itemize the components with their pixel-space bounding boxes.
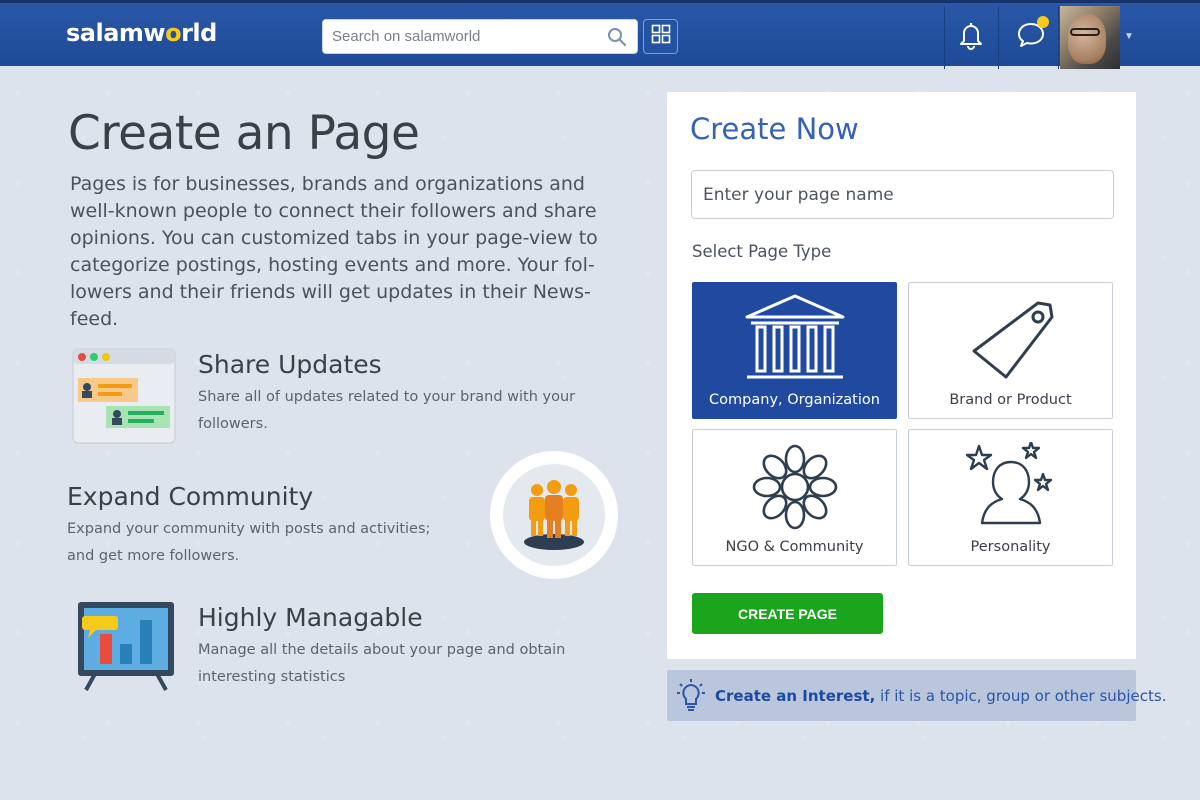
apps-grid-button[interactable] — [643, 19, 678, 54]
search-input[interactable] — [323, 20, 603, 53]
page-title: Create an Page — [68, 106, 420, 161]
page-type-label: Select Page Type — [692, 242, 832, 261]
feature-title: Expand Community — [67, 482, 314, 511]
feature-description: Share all of updates related to your bra… — [198, 389, 576, 432]
search-box — [322, 19, 638, 54]
tile-label: Company, Organization — [709, 392, 880, 408]
feature-description: Expand your community with posts and act… — [67, 521, 431, 564]
create-page-button[interactable]: CREATE PAGE — [692, 593, 883, 634]
search-icon[interactable] — [607, 27, 627, 47]
feature-description: Manage all the details about your page a… — [198, 642, 566, 685]
form-heading: Create Now — [690, 112, 859, 146]
avatar-glasses — [1070, 28, 1100, 36]
page-type-personality[interactable]: Personality — [908, 429, 1113, 566]
page-type-company[interactable]: Company, Organization — [692, 282, 897, 419]
statistics-board-icon — [76, 600, 176, 697]
bell-icon — [958, 20, 984, 55]
avatar-face — [1068, 14, 1106, 64]
feature-title: Highly Managable — [198, 603, 423, 632]
header-divider — [998, 6, 999, 69]
lightbulb-icon — [677, 679, 705, 718]
logo-text: salamw — [66, 19, 166, 47]
messages-button[interactable] — [1005, 6, 1057, 69]
feature-title: Share Updates — [198, 350, 382, 379]
share-updates-icon — [72, 348, 176, 451]
create-page-card: Create Now Select Page Type Company, Org… — [667, 92, 1136, 659]
community-icon — [489, 450, 619, 585]
salamworld-logo[interactable]: salamworld — [66, 19, 217, 47]
page-type-ngo[interactable]: NGO & Community — [692, 429, 897, 566]
interest-text: Create an Interest, if it is a topic, gr… — [715, 687, 1166, 705]
intro-paragraph: Pages is for businesses, brands and orga… — [70, 173, 598, 330]
create-interest-banner: Create an Interest, if it is a topic, gr… — [667, 670, 1166, 721]
logo-accent-letter: o — [165, 19, 182, 47]
grid-icon — [651, 24, 671, 49]
unread-dot — [1037, 16, 1049, 28]
page-type-brand[interactable]: Brand or Product — [908, 282, 1113, 419]
logo-text-end: rld — [181, 19, 217, 47]
interest-description: if it is a topic, group or other subject… — [875, 687, 1167, 705]
user-avatar[interactable] — [1060, 6, 1120, 69]
tile-label: Personality — [970, 539, 1051, 555]
tile-label: NGO & Community — [725, 539, 864, 555]
tile-label: Brand or Product — [949, 392, 1072, 408]
page-name-input[interactable] — [691, 170, 1114, 219]
top-navbar: salamworld Search on salamworld ▼ — [0, 0, 1200, 69]
header-divider — [1058, 6, 1059, 69]
chevron-down-icon[interactable]: ▼ — [1124, 31, 1134, 42]
notifications-button[interactable] — [945, 6, 997, 69]
create-interest-link[interactable]: Create an Interest, — [715, 687, 875, 705]
